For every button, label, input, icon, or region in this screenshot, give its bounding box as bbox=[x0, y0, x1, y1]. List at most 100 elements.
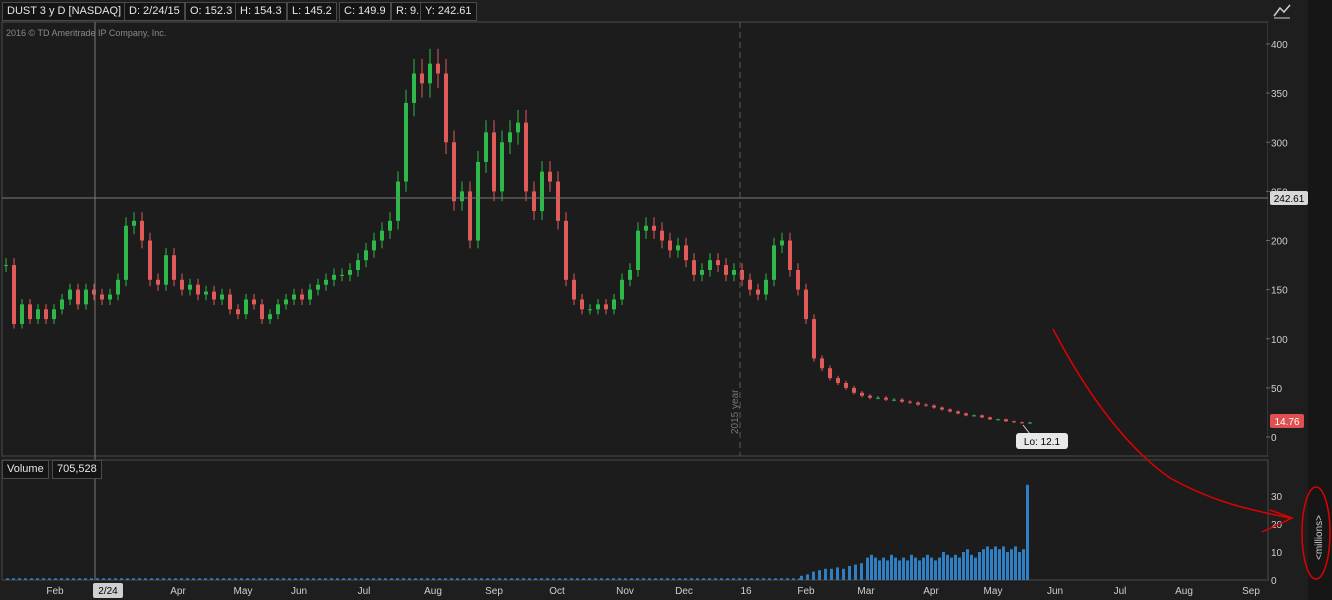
candle-body bbox=[236, 309, 240, 315]
volume-bar bbox=[966, 549, 969, 580]
volume-bar bbox=[546, 578, 549, 580]
candle-body bbox=[452, 142, 456, 202]
candle-body bbox=[580, 299, 584, 310]
volume-bar bbox=[642, 578, 645, 580]
candle-body bbox=[52, 309, 56, 320]
candle-body bbox=[1028, 422, 1032, 424]
volume-bar bbox=[324, 578, 327, 580]
candle-body bbox=[644, 225, 648, 231]
candle-body bbox=[380, 230, 384, 241]
volume-bar bbox=[690, 578, 693, 580]
y-readout: Y: 242.61 bbox=[420, 2, 477, 21]
candle-body bbox=[404, 102, 408, 182]
volume-bar bbox=[174, 578, 177, 580]
candle-body bbox=[532, 191, 536, 212]
x-axis-label: Aug bbox=[1175, 586, 1193, 597]
candle-body bbox=[1004, 419, 1008, 422]
candle-body bbox=[836, 378, 840, 383]
volume-bar bbox=[372, 578, 375, 580]
volume-bar bbox=[522, 578, 525, 580]
x-axis-label: Jul bbox=[1114, 586, 1127, 597]
candle-body bbox=[588, 309, 592, 311]
x-axis-label: Feb bbox=[46, 586, 64, 597]
low-label-text: Lo: 12.1 bbox=[1024, 437, 1061, 448]
candle-body bbox=[116, 279, 120, 295]
volume-bar bbox=[774, 578, 777, 580]
volume-bar bbox=[666, 578, 669, 580]
volume-panel bbox=[1, 459, 1269, 581]
close-readout: C: 149.9 bbox=[339, 2, 391, 21]
candle-body bbox=[796, 269, 800, 290]
volume-bar bbox=[162, 578, 165, 580]
candle-body bbox=[420, 73, 424, 84]
volume-bar bbox=[950, 557, 953, 580]
volume-bar bbox=[842, 568, 845, 580]
candle-body bbox=[364, 250, 368, 261]
volume-bar bbox=[270, 578, 273, 580]
candle-body bbox=[372, 240, 376, 251]
candle-body bbox=[724, 265, 728, 275]
volume-bar bbox=[982, 549, 985, 580]
x-axis-label: Sep bbox=[1242, 586, 1260, 597]
volume-bar bbox=[342, 578, 345, 580]
x-axis-label: Sep bbox=[485, 586, 503, 597]
volume-bar bbox=[36, 578, 39, 580]
volume-bar bbox=[594, 578, 597, 580]
price-panel bbox=[1, 21, 1269, 457]
volume-bar bbox=[72, 578, 75, 580]
symbol-label[interactable]: DUST 3 y D [NASDAQ] bbox=[2, 2, 127, 21]
low-readout: L: 145.2 bbox=[287, 2, 337, 21]
volume-bar bbox=[420, 578, 423, 580]
volume-label[interactable]: Volume bbox=[2, 460, 49, 479]
volume-bar bbox=[384, 578, 387, 580]
volume-bar bbox=[318, 578, 321, 580]
volume-bar bbox=[114, 578, 117, 580]
candle-body bbox=[348, 269, 352, 275]
volume-bar bbox=[720, 578, 723, 580]
candle-body bbox=[196, 284, 200, 295]
volume-bar bbox=[402, 578, 405, 580]
candle-body bbox=[220, 294, 224, 300]
candle-body bbox=[28, 304, 32, 320]
volume-bar bbox=[942, 552, 945, 580]
volume-bar bbox=[540, 578, 543, 580]
chart-style-icon[interactable] bbox=[1270, 2, 1292, 20]
volume-bar bbox=[768, 578, 771, 580]
candle-body bbox=[212, 291, 216, 300]
volume-bar bbox=[714, 578, 717, 580]
candle-body bbox=[572, 279, 576, 300]
volume-bar bbox=[282, 578, 285, 580]
volume-bar bbox=[210, 578, 213, 580]
volume-bar bbox=[806, 574, 809, 580]
volume-bar bbox=[126, 578, 129, 580]
volume-bar bbox=[894, 557, 897, 580]
volume-bar bbox=[84, 578, 87, 580]
volume-bar bbox=[600, 578, 603, 580]
volume-bar bbox=[132, 578, 135, 580]
candle-body bbox=[996, 419, 1000, 421]
candle-body bbox=[396, 181, 400, 221]
volume-bar bbox=[954, 554, 957, 580]
candle-body bbox=[604, 304, 608, 310]
candle-body bbox=[300, 294, 304, 300]
high-readout: H: 154.3 bbox=[235, 2, 287, 21]
x-axis-label: Oct bbox=[549, 586, 565, 597]
volume-bar bbox=[138, 578, 141, 580]
volume-bar bbox=[990, 549, 993, 580]
volume-bar bbox=[246, 578, 249, 580]
volume-bar bbox=[438, 578, 441, 580]
volume-bar bbox=[824, 568, 827, 580]
candle-body bbox=[756, 289, 760, 295]
volume-tick-label: 10 bbox=[1271, 548, 1283, 559]
volume-bar bbox=[306, 578, 309, 580]
volume-bar bbox=[78, 578, 81, 580]
volume-bar bbox=[708, 578, 711, 580]
candle-body bbox=[852, 387, 856, 393]
volume-bar bbox=[432, 578, 435, 580]
volume-bar bbox=[330, 578, 333, 580]
volume-bar bbox=[180, 578, 183, 580]
candle-body bbox=[148, 240, 152, 280]
candle-body bbox=[892, 399, 896, 401]
candle-body bbox=[308, 289, 312, 300]
volume-bar bbox=[696, 578, 699, 580]
